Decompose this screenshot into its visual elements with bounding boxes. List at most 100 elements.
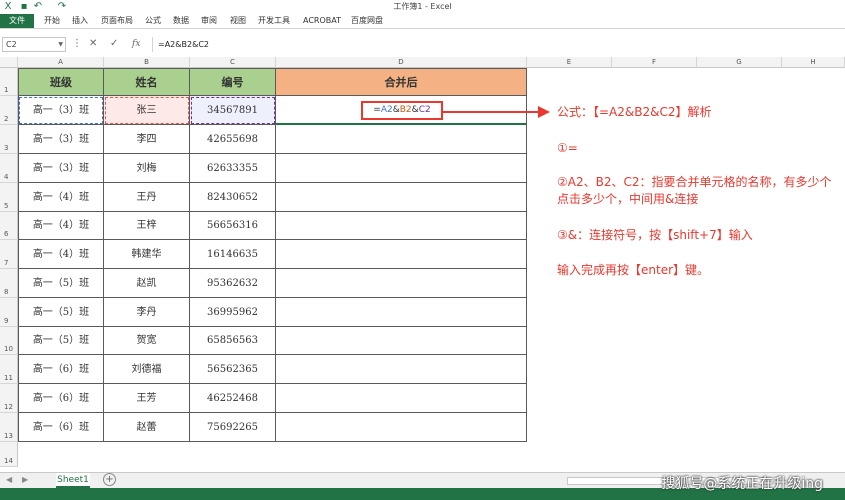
row-header[interactable]: 8 bbox=[0, 269, 18, 298]
table-cell[interactable]: 36995962 bbox=[190, 298, 276, 327]
select-all-corner[interactable] bbox=[0, 57, 18, 68]
table-cell[interactable]: 李四 bbox=[104, 125, 190, 154]
row-header[interactable]: 13 bbox=[0, 413, 18, 442]
tab-formulas[interactable]: 公式 bbox=[145, 14, 161, 28]
table-cell[interactable]: 刘梅 bbox=[104, 154, 190, 183]
row-header[interactable]: 1 bbox=[0, 68, 18, 96]
merged-result-cell[interactable] bbox=[276, 240, 527, 269]
row-number: 2 bbox=[4, 115, 9, 123]
tab-review[interactable]: 审阅 bbox=[201, 14, 217, 28]
table-cell[interactable]: 王丹 bbox=[104, 183, 190, 212]
col-header-f[interactable]: F bbox=[612, 57, 697, 68]
col-header-a[interactable]: A bbox=[18, 57, 104, 68]
table-cell[interactable]: 高一（6）班 bbox=[18, 413, 104, 442]
row-header[interactable]: 3 bbox=[0, 125, 18, 154]
table-cell[interactable]: 王梓 bbox=[104, 212, 190, 240]
table-cell[interactable]: 高一（6）班 bbox=[18, 384, 104, 413]
sheet-tab-sheet1[interactable]: Sheet1 bbox=[56, 473, 90, 488]
merged-result-cell[interactable] bbox=[276, 355, 527, 384]
row-header[interactable]: 5 bbox=[0, 183, 18, 212]
merged-result-cell[interactable] bbox=[276, 269, 527, 298]
col-header-b[interactable]: B bbox=[104, 57, 190, 68]
table-header-cell[interactable]: 合并后 bbox=[276, 68, 527, 96]
row-header[interactable]: 12 bbox=[0, 384, 18, 413]
table-header-cell[interactable]: 编号 bbox=[190, 68, 276, 96]
table-cell[interactable]: 82430652 bbox=[190, 183, 276, 212]
row-header[interactable]: 6 bbox=[0, 212, 18, 240]
tab-home[interactable]: 开始 bbox=[44, 14, 60, 28]
table-cell[interactable]: 高一（6）班 bbox=[18, 355, 104, 384]
table-cell[interactable]: 高一（4）班 bbox=[18, 212, 104, 240]
col-header-g[interactable]: G bbox=[697, 57, 782, 68]
table-cell[interactable]: 贺宽 bbox=[104, 327, 190, 355]
table-cell[interactable]: 高一（4）班 bbox=[18, 240, 104, 269]
tab-page-layout[interactable]: 页面布局 bbox=[101, 14, 133, 28]
table-header-cell[interactable]: 班级 bbox=[18, 68, 104, 96]
table-cell[interactable]: 高一（5）班 bbox=[18, 327, 104, 355]
table-cell[interactable]: 赵蕾 bbox=[104, 413, 190, 442]
table-cell[interactable]: 高一（3）班 bbox=[18, 96, 104, 125]
row-header[interactable]: 14 bbox=[0, 442, 18, 467]
table-cell[interactable]: 75692265 bbox=[190, 413, 276, 442]
name-box[interactable]: C2 ▼ bbox=[2, 37, 66, 52]
table-header-cell[interactable]: 姓名 bbox=[104, 68, 190, 96]
table-cell[interactable]: 62633355 bbox=[190, 154, 276, 183]
col-header-h[interactable]: H bbox=[782, 57, 845, 68]
row-header[interactable]: 7 bbox=[0, 240, 18, 269]
table-cell[interactable]: 刘德福 bbox=[104, 355, 190, 384]
col-header-e[interactable]: E bbox=[527, 57, 612, 68]
table-cell[interactable]: 16146635 bbox=[190, 240, 276, 269]
table-cell[interactable]: 95362632 bbox=[190, 269, 276, 298]
merged-result-cell[interactable] bbox=[276, 298, 527, 327]
formula-input[interactable]: =A2&B2&C2 bbox=[152, 37, 842, 52]
table-cell[interactable]: 高一（3）班 bbox=[18, 154, 104, 183]
tab-file[interactable]: 文件 bbox=[0, 14, 34, 28]
col-header-c[interactable]: C bbox=[190, 57, 276, 68]
add-sheet-icon[interactable]: + bbox=[103, 473, 116, 486]
table-cell[interactable]: 张三 bbox=[104, 96, 190, 125]
row-number: 10 bbox=[4, 345, 13, 353]
row-header[interactable]: 9 bbox=[0, 298, 18, 327]
row-header[interactable]: 2 bbox=[0, 96, 18, 125]
table-cell[interactable]: 王芳 bbox=[104, 384, 190, 413]
merged-result-cell[interactable] bbox=[276, 212, 527, 240]
row-header[interactable]: 11 bbox=[0, 355, 18, 384]
scroll-left-icon[interactable]: ◀ bbox=[6, 475, 12, 484]
cancel-icon[interactable]: ✕ bbox=[89, 38, 97, 50]
tab-view[interactable]: 视图 bbox=[230, 14, 246, 28]
enter-icon[interactable]: ✓ bbox=[110, 38, 118, 50]
tab-developer[interactable]: 开发工具 bbox=[258, 14, 290, 28]
more-icon: ⋮ bbox=[72, 38, 82, 49]
merged-result-cell[interactable] bbox=[276, 413, 527, 442]
formula-edit-box[interactable]: =A2&B2&C2 bbox=[361, 101, 443, 120]
merged-result-cell[interactable] bbox=[276, 327, 527, 355]
chevron-down-icon[interactable]: ▼ bbox=[58, 38, 63, 51]
table-cell[interactable]: 高一（5）班 bbox=[18, 298, 104, 327]
tab-baidu-netdisk[interactable]: 百度网盘 bbox=[351, 14, 383, 28]
table-cell[interactable]: 高一（4）班 bbox=[18, 183, 104, 212]
table-cell[interactable]: 34567891 bbox=[190, 96, 276, 125]
table-cell[interactable]: 李丹 bbox=[104, 298, 190, 327]
col-header-d[interactable]: D bbox=[276, 57, 527, 68]
merged-result-cell[interactable] bbox=[276, 183, 527, 212]
merged-result-cell[interactable] bbox=[276, 125, 527, 154]
table-cell[interactable]: 56562365 bbox=[190, 355, 276, 384]
tab-acrobat[interactable]: ACROBAT bbox=[303, 14, 341, 28]
merged-result-cell[interactable] bbox=[276, 384, 527, 413]
merged-result-cell[interactable] bbox=[276, 154, 527, 183]
table-cell[interactable]: 65856563 bbox=[190, 327, 276, 355]
row-number: 6 bbox=[4, 230, 9, 238]
table-cell[interactable]: 韩建华 bbox=[104, 240, 190, 269]
table-cell[interactable]: 46252468 bbox=[190, 384, 276, 413]
table-cell[interactable]: 56656316 bbox=[190, 212, 276, 240]
tab-data[interactable]: 数据 bbox=[173, 14, 189, 28]
scroll-right-icon[interactable]: ▶ bbox=[22, 475, 28, 484]
table-cell[interactable]: 高一（5）班 bbox=[18, 269, 104, 298]
row-header[interactable]: 4 bbox=[0, 154, 18, 183]
table-cell[interactable]: 赵凯 bbox=[104, 269, 190, 298]
insert-function-icon[interactable]: fx bbox=[132, 38, 140, 50]
tab-insert[interactable]: 插入 bbox=[72, 14, 88, 28]
row-header[interactable]: 10 bbox=[0, 327, 18, 355]
table-cell[interactable]: 高一（3）班 bbox=[18, 125, 104, 154]
table-cell[interactable]: 42655698 bbox=[190, 125, 276, 154]
